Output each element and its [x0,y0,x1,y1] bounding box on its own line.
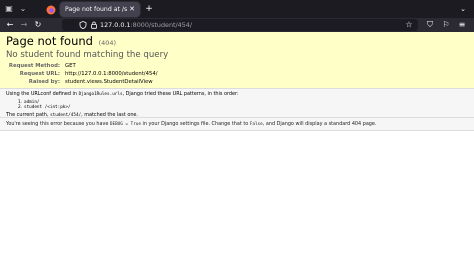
firefox-view-icon[interactable]: ▣ [4,4,14,14]
page-info-icon[interactable] [90,21,98,29]
page-subtitle: No student found matching the query [6,50,169,60]
page-viewport: Page not found (404) No student found ma… [0,32,474,256]
page-title: Page not found (404) [6,34,116,50]
urlconf-name: Django1Rules.urls [78,92,123,97]
urlconf-intro: Using the URLconf defined in Django1Rule… [6,91,239,98]
meta-value: student.views.StudentDetailView [65,79,153,85]
navigation-toolbar: ← → ↻ 127.0.0.1:8000/student/454/ ☆ ⛉ ⚐ … [0,18,474,32]
url-path: :8000/student/454/ [130,21,193,29]
meta-value: GET [65,63,76,69]
reload-button[interactable]: ↻ [32,19,44,31]
meta-row-request-url: Request URL: http://127.0.0.1:8000/stude… [0,70,474,78]
explanation-before: You're seeing this error because you hav… [6,121,110,127]
meta-label: Request Method: [8,63,60,69]
explanation-after: , and Django will display a standard 404… [262,121,377,127]
page-title-text: Page not found [6,34,93,48]
browser-window: ▣ ⌄ Page not found at /stu ✕ + ⌄ ← → ↻ 1… [0,0,474,256]
debug-setting: DEBUG = True [109,122,141,127]
new-tab-button[interactable]: + [144,3,154,15]
false-value: False [249,122,263,127]
url-text[interactable]: 127.0.0.1:8000/student/454/ [100,19,192,31]
firefox-logo-icon [46,5,56,15]
tab-list-icon[interactable]: ⌄ [458,4,468,14]
bookmark-star-icon[interactable]: ☆ [404,19,414,31]
url-pattern-list: 1. admin/ 2. student /<int:pk>/ [18,100,71,110]
meta-label: Request URL: [19,71,60,77]
meta-row-request-method: Request Method: GET [0,62,474,70]
intro-before: Using the URLconf defined in [6,91,79,97]
tab-overview-icon[interactable]: ⌄ [18,4,28,14]
extensions-icon[interactable]: ⚐ [440,19,452,31]
tab-pinned[interactable] [44,2,58,16]
pocket-icon[interactable]: ⛉ [424,19,436,31]
urlconf-info: Using the URLconf defined in Django1Rule… [0,89,474,118]
tab-strip: ▣ ⌄ Page not found at /stu ✕ + ⌄ [0,0,474,18]
tracking-shield-icon[interactable] [79,21,87,29]
error-summary: Page not found (404) No student found ma… [0,32,474,89]
tab-close-icon[interactable]: ✕ [128,2,136,17]
status-code: (404) [98,39,117,47]
url-bar[interactable]: 127.0.0.1:8000/student/454/ ☆ [62,19,418,31]
intro-after: , Django tried these URL patterns, in th… [122,91,239,97]
app-menu-icon[interactable]: ≡ [456,19,468,31]
url-host: 127.0.0.1 [100,21,131,29]
url-pattern-item: 2. student /<int:pk>/ [18,105,71,110]
meta-label: Raised by: [28,79,60,85]
forward-button[interactable]: → [18,19,30,31]
meta-row-raised-by: Raised by: student.views.StudentDetailVi… [0,78,474,86]
tab-title: Page not found at /stu [65,6,127,13]
back-button[interactable]: ← [4,19,16,31]
meta-value: http://127.0.0.1:8000/student/454/ [65,71,158,77]
pattern-text: student /<int:pk>/ [24,105,71,110]
debug-explanation: You're seeing this error because you hav… [0,118,474,131]
explanation-text: You're seeing this error because you hav… [6,121,376,128]
explanation-middle: in your Django settings file. Change tha… [140,121,250,127]
tab-active[interactable]: Page not found at /stu ✕ [60,2,140,17]
